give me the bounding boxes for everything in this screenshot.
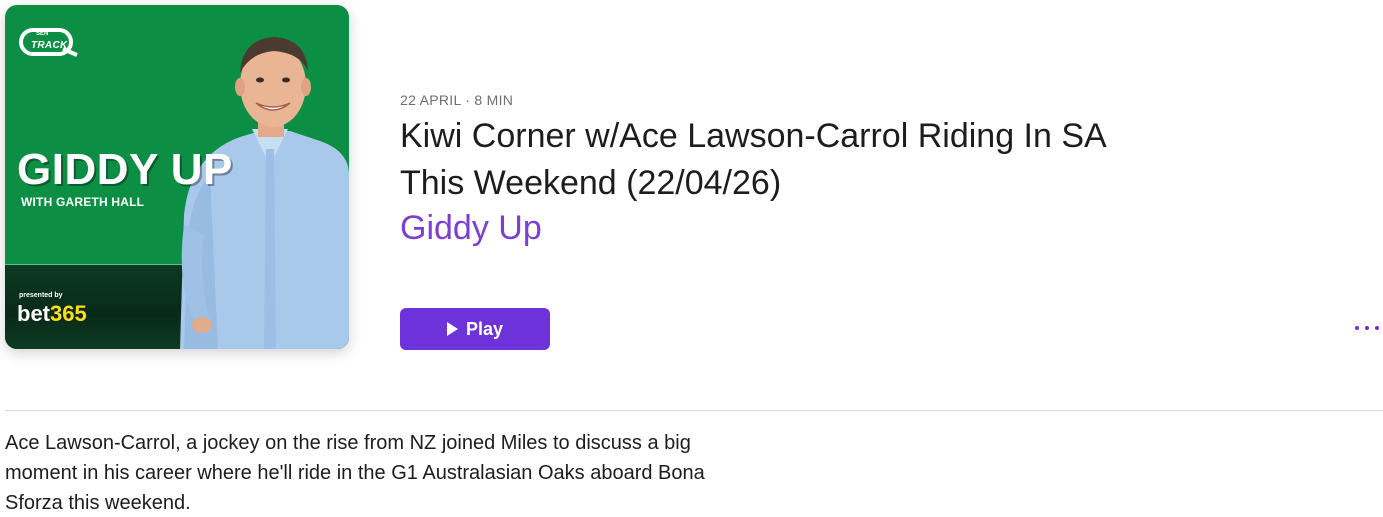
episode-artwork: SEN TRACK GIDDY UP WITH GARETH HALL pres… [5,5,349,349]
show-link[interactable]: Giddy Up [400,206,542,250]
divider [5,410,1383,411]
presented-by-label: presented by [19,292,63,299]
episode-meta: 22 APRIL · 8 MIN [400,92,514,108]
logo-small-text: SEN [36,31,49,37]
episode-title: Kiwi Corner w/Ace Lawson-Carrol Riding I… [400,117,1105,202]
more-icon [1355,326,1359,330]
artwork-title: GIDDY UP [17,145,233,194]
sponsor-name-part2: 365 [50,301,87,326]
more-options-button[interactable] [1355,318,1379,338]
sponsor-name-part1: bet [17,301,50,326]
more-icon [1365,326,1369,330]
play-button[interactable]: Play [400,308,550,350]
episode-page: SEN TRACK GIDDY UP WITH GARETH HALL pres… [0,0,1383,517]
sponsor-logo: bet365 [17,301,87,327]
play-icon [446,322,458,336]
logo-text: TRACK [31,40,68,51]
artwork-subtitle: WITH GARETH HALL [21,195,145,209]
play-button-label: Play [465,318,504,339]
more-icon [1375,326,1379,330]
episode-description: Ace Lawson-Carrol, a jockey on the rise … [5,432,705,514]
